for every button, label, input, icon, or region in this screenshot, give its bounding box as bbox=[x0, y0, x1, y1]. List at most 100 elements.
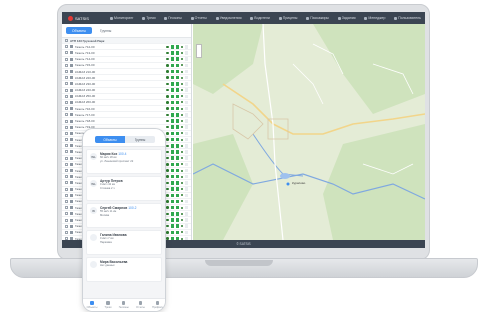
nav-label: Пассажиры bbox=[310, 16, 329, 20]
nav-item[interactable]: Задания bbox=[337, 16, 356, 20]
phone-nav-item[interactable]: Профиль bbox=[152, 301, 163, 309]
signal-icon bbox=[170, 218, 174, 222]
online-dot-icon bbox=[180, 206, 183, 209]
nav-item[interactable]: Уведомления bbox=[215, 16, 242, 20]
phone-nav-item[interactable]: Объекты bbox=[87, 301, 97, 309]
phone-nav-item[interactable]: Геозоны bbox=[119, 301, 129, 309]
phone-nav-label: Профиль bbox=[152, 305, 164, 309]
nav-label: Уведомления bbox=[219, 16, 242, 20]
signal-icon bbox=[170, 137, 174, 142]
phone-object-card[interactable]: Галина Иванова 0 км/ч 7 км Парковка bbox=[86, 230, 162, 255]
phone-nav-item[interactable]: Отчеты bbox=[136, 301, 145, 309]
nav-item[interactable]: Мониторинг bbox=[110, 16, 133, 20]
checkbox[interactable] bbox=[65, 169, 68, 173]
vehicle-icon bbox=[70, 169, 73, 173]
checkbox[interactable] bbox=[65, 156, 68, 160]
vehicle-icon bbox=[70, 212, 73, 216]
online-dot-icon bbox=[180, 132, 183, 135]
checkbox[interactable] bbox=[65, 193, 68, 197]
checkbox[interactable] bbox=[65, 45, 68, 49]
checkbox[interactable] bbox=[65, 150, 68, 154]
object-name: КАМАЗ 230-00 bbox=[75, 81, 96, 86]
ignition-icon bbox=[175, 181, 179, 185]
ignition-icon bbox=[175, 106, 179, 111]
footer-text: © SATSIS bbox=[236, 242, 251, 246]
ignition-icon bbox=[175, 156, 179, 160]
checkbox[interactable] bbox=[65, 144, 68, 148]
vehicle-icon bbox=[70, 138, 73, 142]
vehicle-icon bbox=[70, 181, 73, 185]
checkbox[interactable] bbox=[65, 76, 68, 80]
checkbox[interactable] bbox=[65, 175, 68, 179]
nav-item[interactable]: Прицепы bbox=[278, 16, 297, 20]
checkbox[interactable] bbox=[65, 57, 68, 61]
color-swatch bbox=[184, 69, 188, 74]
checkbox[interactable] bbox=[65, 94, 68, 98]
phone-mockup: Объекты Группы WL Мария Кох 100.4 60 км/ч … bbox=[82, 128, 166, 312]
checkbox[interactable] bbox=[65, 187, 68, 191]
checkbox[interactable] bbox=[65, 119, 68, 123]
checkbox[interactable] bbox=[65, 131, 68, 135]
color-swatch bbox=[184, 57, 188, 61]
checkbox[interactable] bbox=[65, 125, 68, 129]
signal-icon bbox=[170, 131, 174, 136]
brand-name: SATSIS bbox=[75, 15, 89, 21]
vehicle-icon bbox=[70, 119, 73, 123]
checkbox[interactable] bbox=[65, 51, 68, 55]
ignition-icon bbox=[175, 131, 179, 136]
signal-icon bbox=[170, 199, 174, 204]
checkbox[interactable] bbox=[65, 224, 68, 228]
checkbox[interactable] bbox=[65, 206, 68, 210]
tab-objects[interactable]: Объекты bbox=[66, 27, 92, 34]
tab-groups[interactable]: Группы bbox=[94, 27, 117, 34]
vehicle-icon bbox=[70, 175, 73, 179]
color-swatch bbox=[184, 156, 188, 160]
nav-item[interactable]: Пользователь bbox=[394, 16, 421, 20]
map-view[interactable]: Курилово bbox=[193, 24, 425, 240]
status-icon bbox=[166, 175, 169, 178]
nav-item[interactable]: Треки bbox=[142, 16, 156, 20]
checkbox[interactable] bbox=[65, 162, 68, 166]
nav-item[interactable]: Отчеты bbox=[190, 16, 207, 20]
checkbox[interactable] bbox=[65, 88, 68, 92]
checkbox[interactable] bbox=[65, 70, 68, 74]
online-dot-icon bbox=[180, 120, 183, 123]
checkbox[interactable] bbox=[65, 199, 68, 203]
ignition-icon bbox=[175, 82, 179, 86]
status-icon bbox=[166, 101, 169, 104]
phone-nav-icon bbox=[121, 301, 126, 305]
nav-item[interactable]: Геозоны bbox=[164, 16, 182, 20]
checkbox[interactable] bbox=[65, 138, 68, 142]
ignition-icon bbox=[175, 75, 179, 80]
card-tag: 100.2 bbox=[128, 206, 137, 210]
checkbox[interactable] bbox=[65, 63, 68, 67]
checkbox[interactable] bbox=[65, 230, 68, 234]
signal-icon bbox=[170, 82, 174, 86]
checkbox[interactable] bbox=[65, 212, 68, 216]
nav-item[interactable]: Пассажиры bbox=[306, 16, 329, 20]
nav-item[interactable]: Менеджер bbox=[364, 16, 385, 20]
online-dot-icon bbox=[180, 194, 183, 197]
checkbox[interactable] bbox=[65, 82, 68, 86]
phone-object-card[interactable]: W Сергей Смирнов 100.2 55 км/ч 11 км Москва bbox=[86, 203, 162, 228]
checkbox[interactable] bbox=[65, 39, 68, 43]
nav-item[interactable]: Водители bbox=[250, 16, 270, 20]
checkbox[interactable] bbox=[65, 100, 68, 104]
phone-tab-objects[interactable]: Объекты bbox=[95, 136, 125, 143]
checkbox[interactable] bbox=[65, 218, 68, 222]
signal-icon bbox=[170, 113, 174, 117]
phone-object-card[interactable]: WL Мария Кох 100.4 60 км/ч 18 км ул. Ленинс… bbox=[86, 149, 162, 174]
color-swatch bbox=[184, 168, 188, 173]
phone-tab-groups[interactable]: Группы bbox=[125, 136, 155, 143]
checkbox[interactable] bbox=[65, 113, 68, 117]
checkbox[interactable] bbox=[65, 107, 68, 111]
brand-logo[interactable]: SATSIS bbox=[62, 15, 110, 21]
checkbox[interactable] bbox=[65, 181, 68, 185]
nav-icon bbox=[394, 16, 398, 20]
color-swatch bbox=[184, 100, 188, 105]
phone-object-card[interactable]: WL Артур Петров 0 км/ч 42 км Стоянка 2 ч bbox=[86, 176, 162, 201]
phone-object-card[interactable]: Мира Васильева Нет данных bbox=[86, 257, 162, 282]
online-dot-icon bbox=[180, 64, 183, 67]
phone-nav-item[interactable]: Треки bbox=[105, 301, 111, 309]
online-dot-icon bbox=[180, 225, 183, 228]
